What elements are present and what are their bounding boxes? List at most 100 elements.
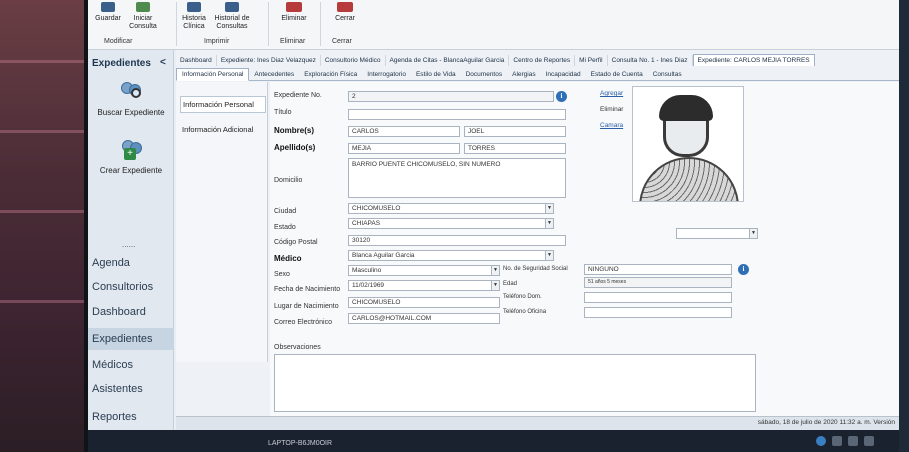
clinical-history-button[interactable]: Historia Clínica <box>180 2 208 31</box>
close-icon <box>337 2 353 12</box>
taskbar: LAPTOP-B6JM0OIR <box>88 430 899 452</box>
machine-name: LAPTOP-B6JM0OIR <box>268 440 333 447</box>
clinical-history-icon <box>187 2 201 12</box>
tab-mi-perfil[interactable]: Mi Perfil <box>575 55 608 66</box>
nav-separator: ...... <box>122 240 136 249</box>
nav-item-agenda[interactable]: Agenda <box>88 252 174 274</box>
estado-select[interactable]: CHIAPAS ▼ <box>348 218 554 229</box>
document-tabs: Dashboard Expediente: Ines Diaz Velazquez… <box>176 54 899 66</box>
sexo-select[interactable]: Masculino ▼ <box>348 265 500 276</box>
nav-title: Expedientes <box>92 58 151 69</box>
observaciones-label: Observaciones <box>274 344 321 351</box>
first-name-field[interactable]: CARLOS <box>348 126 460 137</box>
tab-exploracion[interactable]: Exploración Física <box>299 69 362 80</box>
medico-label: Médico <box>274 254 302 263</box>
nav-item-expedientes[interactable]: Expedientes <box>88 328 174 350</box>
expediente-field[interactable]: 2 <box>348 91 554 102</box>
group-label-eliminar: Eliminar <box>280 38 306 45</box>
tel-dom-label: Teléfono Dom. <box>503 294 542 300</box>
fecha-field[interactable]: 11/02/1969 ▼ <box>348 280 500 291</box>
patient-form: Expediente No. 2 i Título Nombre(s) CARL… <box>270 82 899 422</box>
tab-consultas[interactable]: Consultas <box>648 69 687 80</box>
medico-select[interactable]: Blanca Aguilar Garcia ▼ <box>348 250 554 261</box>
consultation-history-button[interactable]: Historial de Consultas <box>210 2 254 31</box>
domicilio-label: Domicilio <box>274 177 303 184</box>
chevron-down-icon: ▼ <box>545 204 553 213</box>
nombre-label: Nombre(s) <box>274 126 315 135</box>
tab-dashboard[interactable]: Dashboard <box>176 55 217 66</box>
lugar-label: Lugar de Nacimiento <box>274 303 339 310</box>
titulo-field[interactable] <box>348 109 566 120</box>
patient-photo <box>632 86 744 202</box>
add-photo-link[interactable]: Agregar <box>600 90 623 97</box>
correo-field[interactable]: CARLOS@HOTMAIL.COM <box>348 313 500 324</box>
tab-antecedentes[interactable]: Antecedentes <box>249 69 299 80</box>
second-name-field[interactable]: JOEL <box>464 126 566 137</box>
save-icon <box>101 2 115 12</box>
network-icon[interactable] <box>832 436 842 446</box>
info-icon[interactable]: i <box>556 91 567 102</box>
tab-reportes[interactable]: Centro de Reportes <box>509 55 576 66</box>
nav-item-dashboard[interactable]: Dashboard <box>88 301 174 323</box>
status-bar: sábado, 18 de julio de 2020 11:32 a. m. … <box>176 416 899 430</box>
status-datetime: sábado, 18 de julio de 2020 11:32 a. m. … <box>757 419 895 426</box>
cp-field[interactable]: 30120 <box>348 235 566 246</box>
nav-item-consultorios[interactable]: Consultorios <box>88 276 174 298</box>
tab-interrogatorio[interactable]: Interrogatorio <box>362 69 411 80</box>
delete-button[interactable]: Eliminar <box>276 2 312 23</box>
tab-estado-cuenta[interactable]: Estado de Cuenta <box>586 69 648 80</box>
tab-agenda[interactable]: Agenda de Citas - BlancaAguilar Garcia <box>386 55 510 66</box>
section-informacion-personal[interactable]: Información Personal <box>180 96 266 113</box>
sexo-label: Sexo <box>274 271 290 278</box>
search-record-button[interactable]: Buscar Expediente <box>88 80 174 117</box>
tab-expediente-ines[interactable]: Expediente: Ines Diaz Velazquez <box>217 55 321 66</box>
observaciones-field[interactable] <box>274 354 756 412</box>
tab-estilo-vida[interactable]: Estilo de Vida <box>411 69 461 80</box>
tab-expediente-carlos[interactable]: Expediente: CARLOS MEJIA TORRES <box>692 54 815 66</box>
chevron-down-icon: ▼ <box>545 219 553 228</box>
correo-label: Correo Electrónico <box>274 319 332 326</box>
section-informacion-adicional[interactable]: Información Adicional <box>180 122 266 137</box>
tab-alergias[interactable]: Alergias <box>507 69 540 80</box>
collapse-nav-button[interactable]: < <box>160 57 166 68</box>
second-last-name-field[interactable]: TORRES <box>464 143 566 154</box>
group-label-modificar: Modificar <box>104 38 133 45</box>
tab-documentos[interactable]: Documentos <box>461 69 508 80</box>
nav-item-medicos[interactable]: Médicos <box>88 354 174 376</box>
save-button[interactable]: Guardar <box>94 2 122 23</box>
apellido-label: Apellido(s) <box>274 143 316 152</box>
start-consultation-button[interactable]: Iniciar Consulta <box>128 2 158 31</box>
nav-item-asistentes[interactable]: Asistentes <box>88 378 174 400</box>
edad-label: Edad <box>503 281 518 287</box>
tab-consultorio[interactable]: Consultorio Médico <box>321 55 386 66</box>
main-area: Dashboard Expediente: Ines Diaz Velazquez… <box>176 50 899 452</box>
info-icon[interactable]: i <box>738 264 749 275</box>
delete-icon <box>286 2 302 12</box>
domicilio-value: BARRIO PUENTE CHICOMUSELO, SIN NUMERO <box>352 161 501 168</box>
delete-photo-link[interactable]: Eliminar <box>600 106 623 113</box>
photo-frame-left <box>0 0 90 452</box>
ciudad-select[interactable]: CHICOMUSELO ▼ <box>348 203 554 214</box>
expediente-label: Expediente No. <box>274 92 322 99</box>
lugar-field[interactable]: CHICOMUSELO <box>348 297 500 308</box>
tab-incapacidad[interactable]: Incapacidad <box>541 69 586 80</box>
group-label-cerrar: Cerrar <box>332 38 352 45</box>
globe-icon[interactable] <box>816 436 826 446</box>
nss-field[interactable]: NINGUNO <box>584 264 732 275</box>
notification-icon[interactable] <box>864 436 874 446</box>
cp-extra-select[interactable]: ▼ <box>676 228 758 239</box>
nav-header: Expedientes < <box>88 56 174 72</box>
close-button[interactable]: Cerrar <box>328 2 362 23</box>
tab-consulta[interactable]: Consulta No. 1 - Ines Diaz <box>608 55 693 66</box>
tab-informacion-personal[interactable]: Información Personal <box>176 68 250 81</box>
volume-icon[interactable] <box>848 436 858 446</box>
section-nav: Información Personal Información Adicion… <box>176 82 268 362</box>
tel-ofi-field[interactable] <box>584 307 732 318</box>
nav-item-reportes[interactable]: Reportes <box>88 406 174 428</box>
ciudad-label: Ciudad <box>274 208 297 215</box>
tel-dom-field[interactable] <box>584 292 732 303</box>
last-name-field[interactable]: MEJIA <box>348 143 460 154</box>
create-record-button[interactable]: + Crear Expediente <box>88 138 174 175</box>
camera-link[interactable]: Camara <box>600 122 623 129</box>
domicilio-field[interactable]: BARRIO PUENTE CHICOMUSELO, SIN NUMERO <box>348 158 566 198</box>
